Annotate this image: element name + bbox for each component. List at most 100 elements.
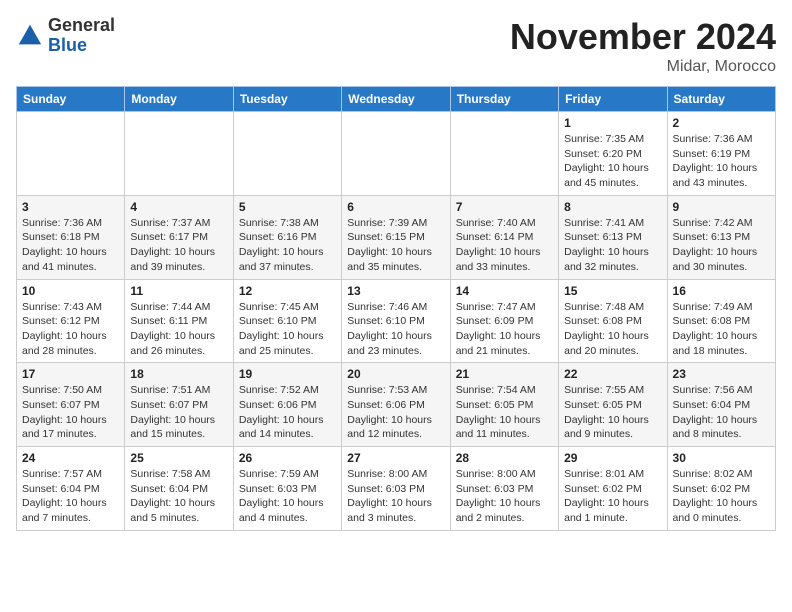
calendar-cell: 6 Sunrise: 7:39 AM Sunset: 6:15 PM Daylig… xyxy=(342,195,450,279)
day-info: Sunrise: 7:54 AM Sunset: 6:05 PM Dayligh… xyxy=(456,383,553,442)
day-info: Sunrise: 7:42 AM Sunset: 6:13 PM Dayligh… xyxy=(673,216,770,275)
day-info: Sunrise: 7:35 AM Sunset: 6:20 PM Dayligh… xyxy=(564,132,661,191)
calendar-cell: 3 Sunrise: 7:36 AM Sunset: 6:18 PM Daylig… xyxy=(17,195,125,279)
day-number: 25 xyxy=(130,451,227,465)
day-number: 16 xyxy=(673,284,770,298)
column-header-saturday: Saturday xyxy=(667,87,775,112)
column-header-monday: Monday xyxy=(125,87,233,112)
calendar-cell: 24 Sunrise: 7:57 AM Sunset: 6:04 PM Dayli… xyxy=(17,447,125,531)
column-header-sunday: Sunday xyxy=(17,87,125,112)
day-info: Sunrise: 8:02 AM Sunset: 6:02 PM Dayligh… xyxy=(673,467,770,526)
day-info: Sunrise: 8:01 AM Sunset: 6:02 PM Dayligh… xyxy=(564,467,661,526)
day-number: 8 xyxy=(564,200,661,214)
day-info: Sunrise: 7:44 AM Sunset: 6:11 PM Dayligh… xyxy=(130,300,227,359)
day-number: 22 xyxy=(564,367,661,381)
calendar-cell: 23Sunrise: 7:56 AM Sunset: 6:04 PM Dayli… xyxy=(667,363,775,447)
day-info: Sunrise: 7:41 AM Sunset: 6:13 PM Dayligh… xyxy=(564,216,661,275)
calendar-cell: 7Sunrise: 7:40 AM Sunset: 6:14 PM Daylig… xyxy=(450,195,558,279)
calendar-cell: 25 Sunrise: 7:58 AM Sunset: 6:04 PM Dayli… xyxy=(125,447,233,531)
day-number: 27 xyxy=(347,451,444,465)
calendar-week-row: 17 Sunrise: 7:50 AM Sunset: 6:07 PM Dayli… xyxy=(17,363,776,447)
column-header-tuesday: Tuesday xyxy=(233,87,341,112)
day-info: Sunrise: 7:36 AM Sunset: 6:19 PM Dayligh… xyxy=(673,132,770,191)
day-info: Sunrise: 7:39 AM Sunset: 6:15 PM Dayligh… xyxy=(347,216,444,275)
calendar-table: SundayMondayTuesdayWednesdayThursdayFrid… xyxy=(16,86,776,531)
day-info: Sunrise: 7:47 AM Sunset: 6:09 PM Dayligh… xyxy=(456,300,553,359)
day-number: 24 xyxy=(22,451,119,465)
calendar-cell: 26Sunrise: 7:59 AM Sunset: 6:03 PM Dayli… xyxy=(233,447,341,531)
column-header-friday: Friday xyxy=(559,87,667,112)
month-title: November 2024 xyxy=(510,16,776,58)
calendar-cell xyxy=(233,112,341,196)
calendar-cell: 10 Sunrise: 7:43 AM Sunset: 6:12 PM Dayli… xyxy=(17,279,125,363)
calendar-cell: 15 Sunrise: 7:48 AM Sunset: 6:08 PM Dayli… xyxy=(559,279,667,363)
day-number: 20 xyxy=(347,367,444,381)
day-info: Sunrise: 7:43 AM Sunset: 6:12 PM Dayligh… xyxy=(22,300,119,359)
calendar-cell: 21 Sunrise: 7:54 AM Sunset: 6:05 PM Dayli… xyxy=(450,363,558,447)
calendar-cell xyxy=(125,112,233,196)
day-info: Sunrise: 7:40 AM Sunset: 6:14 PM Dayligh… xyxy=(456,216,553,275)
day-number: 2 xyxy=(673,116,770,130)
calendar-cell: 22Sunrise: 7:55 AM Sunset: 6:05 PM Dayli… xyxy=(559,363,667,447)
column-header-wednesday: Wednesday xyxy=(342,87,450,112)
day-number: 11 xyxy=(130,284,227,298)
title-block: November 2024 Midar, Morocco xyxy=(510,16,776,76)
calendar-cell xyxy=(342,112,450,196)
calendar-cell: 27Sunrise: 8:00 AM Sunset: 6:03 PM Dayli… xyxy=(342,447,450,531)
day-number: 18 xyxy=(130,367,227,381)
calendar-cell: 13Sunrise: 7:46 AM Sunset: 6:10 PM Dayli… xyxy=(342,279,450,363)
day-number: 9 xyxy=(673,200,770,214)
calendar-cell: 2 Sunrise: 7:36 AM Sunset: 6:19 PM Daylig… xyxy=(667,112,775,196)
day-info: Sunrise: 7:53 AM Sunset: 6:06 PM Dayligh… xyxy=(347,383,444,442)
day-info: Sunrise: 7:51 AM Sunset: 6:07 PM Dayligh… xyxy=(130,383,227,442)
day-number: 21 xyxy=(456,367,553,381)
calendar-cell: 17 Sunrise: 7:50 AM Sunset: 6:07 PM Dayli… xyxy=(17,363,125,447)
logo-text: General Blue xyxy=(48,16,115,56)
day-number: 6 xyxy=(347,200,444,214)
day-number: 30 xyxy=(673,451,770,465)
day-number: 12 xyxy=(239,284,336,298)
day-info: Sunrise: 7:52 AM Sunset: 6:06 PM Dayligh… xyxy=(239,383,336,442)
day-info: Sunrise: 7:57 AM Sunset: 6:04 PM Dayligh… xyxy=(22,467,119,526)
day-info: Sunrise: 7:59 AM Sunset: 6:03 PM Dayligh… xyxy=(239,467,336,526)
calendar-cell: 14Sunrise: 7:47 AM Sunset: 6:09 PM Dayli… xyxy=(450,279,558,363)
day-number: 3 xyxy=(22,200,119,214)
calendar-cell: 4Sunrise: 7:37 AM Sunset: 6:17 PM Daylig… xyxy=(125,195,233,279)
calendar-cell: 20 Sunrise: 7:53 AM Sunset: 6:06 PM Dayli… xyxy=(342,363,450,447)
calendar-week-row: 10 Sunrise: 7:43 AM Sunset: 6:12 PM Dayli… xyxy=(17,279,776,363)
calendar-cell: 8 Sunrise: 7:41 AM Sunset: 6:13 PM Daylig… xyxy=(559,195,667,279)
day-info: Sunrise: 7:36 AM Sunset: 6:18 PM Dayligh… xyxy=(22,216,119,275)
day-number: 17 xyxy=(22,367,119,381)
calendar-week-row: 24 Sunrise: 7:57 AM Sunset: 6:04 PM Dayli… xyxy=(17,447,776,531)
location: Midar, Morocco xyxy=(510,58,776,76)
day-info: Sunrise: 7:58 AM Sunset: 6:04 PM Dayligh… xyxy=(130,467,227,526)
calendar-cell xyxy=(17,112,125,196)
calendar-cell: 30 Sunrise: 8:02 AM Sunset: 6:02 PM Dayli… xyxy=(667,447,775,531)
day-number: 15 xyxy=(564,284,661,298)
logo-blue: Blue xyxy=(48,36,115,56)
day-number: 1 xyxy=(564,116,661,130)
day-info: Sunrise: 7:50 AM Sunset: 6:07 PM Dayligh… xyxy=(22,383,119,442)
calendar-cell: 29 Sunrise: 8:01 AM Sunset: 6:02 PM Dayli… xyxy=(559,447,667,531)
calendar-cell: 9 Sunrise: 7:42 AM Sunset: 6:13 PM Daylig… xyxy=(667,195,775,279)
calendar-cell: 28Sunrise: 8:00 AM Sunset: 6:03 PM Dayli… xyxy=(450,447,558,531)
day-number: 23 xyxy=(673,367,770,381)
logo: General Blue xyxy=(16,16,115,56)
calendar-cell: 1 Sunrise: 7:35 AM Sunset: 6:20 PM Daylig… xyxy=(559,112,667,196)
logo-icon xyxy=(16,22,44,50)
day-number: 10 xyxy=(22,284,119,298)
day-info: Sunrise: 8:00 AM Sunset: 6:03 PM Dayligh… xyxy=(456,467,553,526)
calendar-cell: 18 Sunrise: 7:51 AM Sunset: 6:07 PM Dayli… xyxy=(125,363,233,447)
day-info: Sunrise: 7:48 AM Sunset: 6:08 PM Dayligh… xyxy=(564,300,661,359)
calendar-week-row: 1 Sunrise: 7:35 AM Sunset: 6:20 PM Daylig… xyxy=(17,112,776,196)
calendar-cell: 12 Sunrise: 7:45 AM Sunset: 6:10 PM Dayli… xyxy=(233,279,341,363)
page-header: General Blue November 2024 Midar, Morocc… xyxy=(16,16,776,76)
day-number: 29 xyxy=(564,451,661,465)
calendar-cell xyxy=(450,112,558,196)
calendar-cell: 19 Sunrise: 7:52 AM Sunset: 6:06 PM Dayli… xyxy=(233,363,341,447)
calendar-cell: 11 Sunrise: 7:44 AM Sunset: 6:11 PM Dayli… xyxy=(125,279,233,363)
day-number: 19 xyxy=(239,367,336,381)
day-info: Sunrise: 7:45 AM Sunset: 6:10 PM Dayligh… xyxy=(239,300,336,359)
day-number: 4 xyxy=(130,200,227,214)
day-info: Sunrise: 7:46 AM Sunset: 6:10 PM Dayligh… xyxy=(347,300,444,359)
